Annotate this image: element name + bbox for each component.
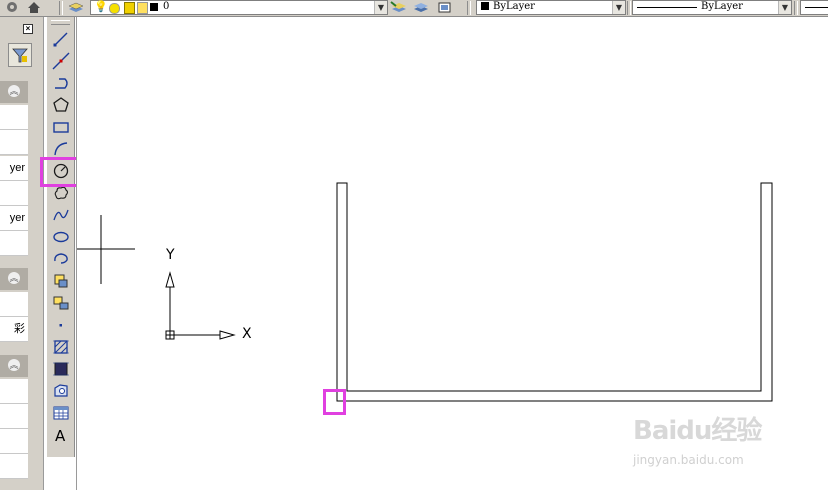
palette-row-layer[interactable]: yer [0,156,28,181]
arc-icon[interactable] [51,139,71,159]
palette-section-3d[interactable]: ︽ [0,268,28,290]
toolbar-separator [59,1,63,15]
toolbar-grip[interactable] [51,20,70,25]
layer-combo[interactable]: 💡 0 ▼ [90,0,388,15]
sun-icon [109,3,120,14]
layer-properties-icon[interactable] [66,0,86,14]
layer-previous-icon[interactable] [412,0,430,14]
polygon-icon[interactable] [51,95,71,115]
gear-icon[interactable] [4,0,20,14]
plot-icon [137,2,148,14]
quick-select-icon[interactable] [8,43,32,67]
lightbulb-icon: 💡 [94,0,108,13]
palette-section-general[interactable]: ︽ [0,81,28,103]
color-value: ByLayer [493,1,535,12]
make-block-icon[interactable] [51,293,71,313]
toolbar-separator [794,1,798,15]
chevron-down-icon[interactable]: ▼ [778,1,791,14]
chevron-up-icon[interactable]: ︽ [8,359,20,371]
chevron-up-icon[interactable]: ︽ [8,85,20,97]
color-combo[interactable]: ByLayer ▼ [476,0,626,15]
toolbar-separator [467,1,471,15]
palette-row[interactable] [0,429,28,454]
palette-row-shadow[interactable]: 彩 [0,317,28,342]
multiline-text-icon[interactable]: A [51,425,71,445]
lock-icon [124,2,135,14]
polyline-icon[interactable] [51,73,71,93]
spline-icon[interactable] [51,205,71,225]
palette-row[interactable] [0,105,28,130]
ucs-y-label: Y [166,247,175,263]
palette-titlebar [0,17,43,35]
chevron-up-icon[interactable]: ︽ [8,272,20,284]
palette-row[interactable] [0,181,28,206]
make-current-layer-icon[interactable] [390,0,408,14]
toolbar-separator [627,1,631,15]
hatch-icon[interactable] [51,337,71,357]
properties-toolbar: 💡 0 ▼ ByLayer ▼ ByLayer ▼ [0,0,828,17]
layer-name: 0 [163,1,170,12]
endpoint-highlight [323,389,346,415]
u-shape-drawing [336,182,773,402]
lineweight-sample [805,7,828,8]
palette-row[interactable] [0,231,28,256]
table-icon[interactable] [51,403,71,423]
drawing-canvas[interactable]: Y X Baidu经验 jingyan.baidu.com [76,17,828,490]
palette-row-value: yer [9,162,25,174]
insert-block-icon[interactable] [51,271,71,291]
watermark-url: jingyan.baidu.com [633,453,744,467]
layer-color-swatch [150,3,158,11]
gradient-icon[interactable] [51,359,71,379]
lineweight-combo[interactable] [800,0,828,15]
chevron-down-icon[interactable]: ▼ [374,1,387,14]
linetype-sample [637,7,697,8]
palette-row-value: yer [9,212,25,224]
palette-row[interactable] [0,130,28,155]
linetype-combo[interactable]: ByLayer ▼ [632,0,792,15]
point-icon[interactable] [51,315,71,335]
ucs-icon [165,271,236,340]
construction-line-icon[interactable] [51,51,71,71]
palette-row-linetype[interactable]: yer [0,206,28,231]
home-icon[interactable] [26,0,42,14]
palette-section-plot[interactable]: ︽ [0,355,28,377]
color-swatch [481,2,489,10]
close-icon[interactable]: × [23,24,33,34]
line-icon[interactable] [51,29,71,49]
linetype-value: ByLayer [701,1,743,12]
properties-palette: × ︽ yer yer ︽ 彩 ︽ [0,17,44,490]
rectangle-icon[interactable] [51,117,71,137]
ucs-x-label: X [242,326,252,342]
draw-toolbar: A [46,17,75,457]
watermark-logo: Baidu经验 [633,416,762,446]
palette-row-value: 彩 [14,323,25,335]
ellipse-icon[interactable] [51,227,71,247]
palette-row[interactable] [0,404,28,429]
region-icon[interactable] [51,381,71,401]
crosshair-cursor [77,215,135,284]
chevron-down-icon[interactable]: ▼ [612,1,625,14]
svg-text:A: A [55,427,66,445]
palette-row[interactable] [0,454,28,479]
palette-row[interactable] [0,292,28,317]
ellipse-arc-icon[interactable] [51,249,71,269]
palette-row[interactable] [0,379,28,404]
layer-states-icon[interactable] [436,0,454,14]
